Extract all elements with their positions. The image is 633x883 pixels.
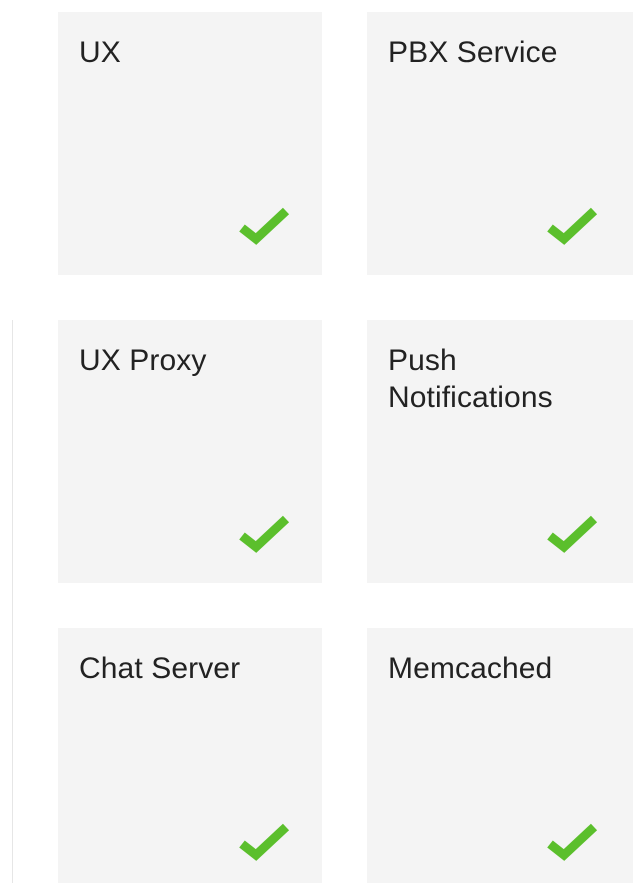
checkmark-icon [546,821,598,861]
service-name: Push Notifications [388,344,553,414]
service-name: Memcached [388,652,553,685]
panel-divider [12,320,13,883]
service-name: UX Proxy [79,344,207,377]
services-status-panel: UX PBX Service UX Proxy Push Notificatio… [0,0,633,883]
checkmark-icon [238,513,290,553]
service-tile-memcached[interactable]: Memcached [367,628,633,883]
checkmark-icon [546,513,598,553]
checkmark-icon [546,205,598,245]
service-tile-push-notifications[interactable]: Push Notifications [367,320,633,583]
service-tile-ux[interactable]: UX [58,12,322,275]
service-tile-ux-proxy[interactable]: UX Proxy [58,320,322,583]
service-name: Chat Server [79,652,241,685]
service-tile-chat-server[interactable]: Chat Server [58,628,322,883]
service-name: PBX Service [388,36,558,69]
service-name: UX [79,36,121,69]
checkmark-icon [238,205,290,245]
service-tile-pbx-service[interactable]: PBX Service [367,12,633,275]
checkmark-icon [238,821,290,861]
